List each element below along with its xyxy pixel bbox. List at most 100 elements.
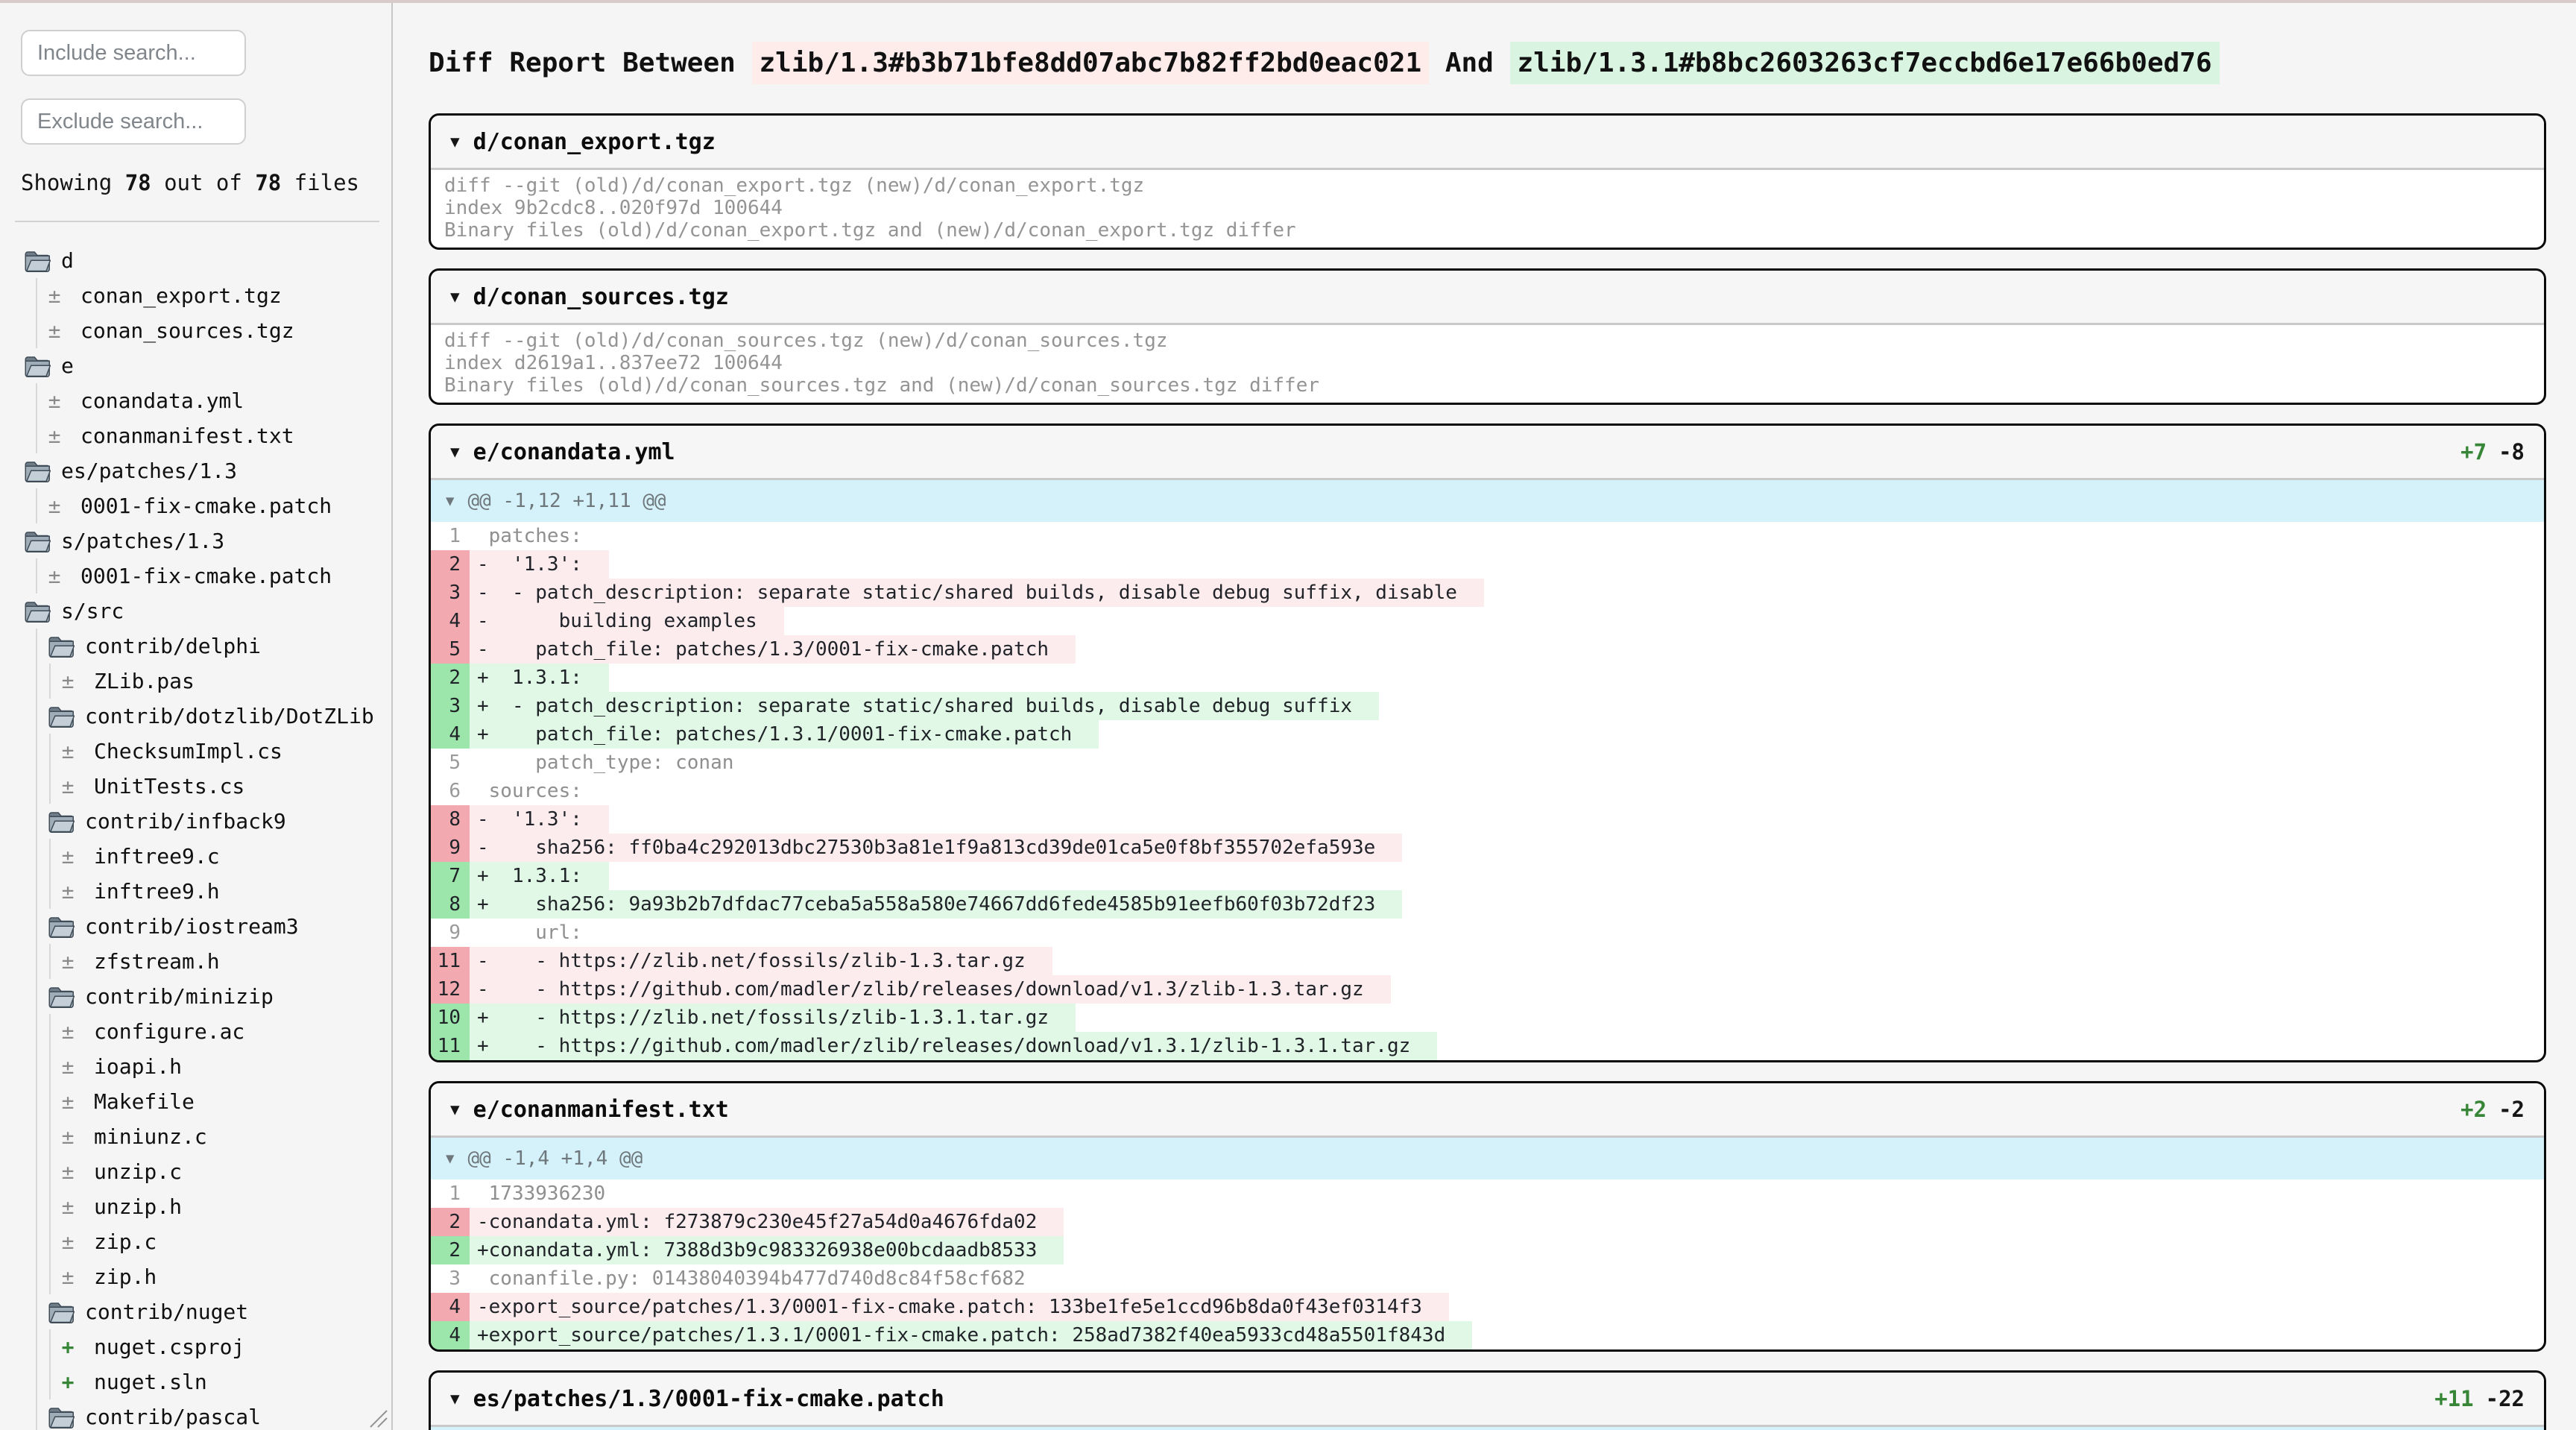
tree-folder-label: contrib/dotzlib/DotZLib <box>85 706 374 727</box>
tree-folder-row[interactable]: contrib/nuget <box>37 1294 391 1329</box>
line-text: -export_source/patches/1.3/0001-fix-cmak… <box>470 1293 1449 1321</box>
line-content: - '1.3': <box>470 550 2544 579</box>
tree-file-label: conandata.yml <box>80 391 244 412</box>
tree-file-row[interactable]: ±conan_export.tgz <box>37 278 391 313</box>
diff-card: ▼es/patches/1.3/0001-fix-cmake.patch+11-… <box>429 1370 2546 1430</box>
diff-line-row: 3+ - patch_description: separate static/… <box>431 692 2544 720</box>
tree-file-row[interactable]: ±inftree9.c <box>51 839 391 874</box>
line-text: +conandata.yml: 7388d3b9c983326938e00bcd… <box>470 1236 1064 1264</box>
tree-file-row[interactable]: ±unzip.c <box>51 1154 391 1189</box>
tree-file-row[interactable]: ±zfstream.h <box>51 944 391 979</box>
hunk-header[interactable]: ▼@@ -1,4 +1,4 @@ <box>431 1138 2544 1179</box>
showing-middle: out of <box>164 170 242 195</box>
diff-line-row: 8- '1.3': <box>431 805 2544 834</box>
diff-card-header[interactable]: ▼d/conan_sources.tgz <box>431 271 2544 325</box>
folder-icon <box>48 810 75 833</box>
collapse-triangle-icon: ▼ <box>450 443 460 461</box>
tree-file-row[interactable]: ±Makefile <box>51 1084 391 1119</box>
tree-file-row[interactable]: ±conan_sources.tgz <box>37 313 391 348</box>
tree-file-row[interactable]: ±ioapi.h <box>51 1049 391 1084</box>
line-text: url: <box>470 919 582 947</box>
diff-stats: +11-22 <box>2434 1386 2525 1411</box>
tree-file-row[interactable]: ±ChecksumImpl.cs <box>51 734 391 769</box>
tree-folder-row[interactable]: d <box>24 243 391 278</box>
diff-card: ▼d/conan_sources.tgzdiff --git (old)/d/c… <box>429 268 2546 405</box>
tree-children: ±configure.ac±ioapi.h±Makefile±miniunz.c… <box>49 1014 391 1294</box>
line-number: 3 <box>431 579 470 607</box>
tree-file-row[interactable]: ±conandata.yml <box>37 383 391 418</box>
tree-file-row[interactable]: +nuget.csproj <box>51 1329 391 1364</box>
hunk-range-label: @@ -1,4 +1,4 @@ <box>467 1147 643 1170</box>
tree-folder-row[interactable]: s/patches/1.3 <box>24 523 391 558</box>
folder-icon <box>48 986 75 1008</box>
tree-file-row[interactable]: ±UnitTests.cs <box>51 769 391 804</box>
line-content: + sha256: 9a93b2b7dfdac77ceba5a558a580e7… <box>470 890 2544 919</box>
tree-folder-label: es/patches/1.3 <box>61 461 237 482</box>
diff-line-row: 9 url: <box>431 919 2544 947</box>
tree-folder-row[interactable]: contrib/iostream3 <box>37 909 391 944</box>
line-content: + patch_file: patches/1.3.1/0001-fix-cma… <box>470 720 2544 749</box>
modified-sign-icon: ± <box>51 1267 85 1288</box>
line-number: 2 <box>431 1236 470 1264</box>
tree-folder-row[interactable]: contrib/delphi <box>37 629 391 664</box>
tree-file-row[interactable]: ±configure.ac <box>51 1014 391 1049</box>
hunk-header[interactable]: ▼@@ -1,8 +1,8 @@ <box>431 1427 2544 1430</box>
tree-file-row[interactable]: ±inftree9.h <box>51 874 391 909</box>
tree-folder-row[interactable]: s/src <box>24 593 391 629</box>
diff-card-header[interactable]: ▼d/conan_export.tgz <box>431 116 2544 170</box>
line-number: 9 <box>431 834 470 862</box>
modified-sign-icon: ± <box>51 1162 85 1182</box>
tree-folder-row[interactable]: contrib/minizip <box>37 979 391 1014</box>
tree-folder-row[interactable]: e <box>24 348 391 383</box>
tree-file-row[interactable]: ±ZLib.pas <box>51 664 391 699</box>
tree-file-row[interactable]: ±0001-fix-cmake.patch <box>37 558 391 593</box>
modified-sign-icon: ± <box>51 1092 85 1112</box>
title-and: And <box>1445 48 1494 78</box>
line-content: - '1.3': <box>470 805 2544 834</box>
line-number: 2 <box>431 664 470 692</box>
tree-folder-row[interactable]: es/patches/1.3 <box>24 453 391 488</box>
tree-file-row[interactable]: ±conanmanifest.txt <box>37 418 391 453</box>
modified-sign-icon: ± <box>51 776 85 797</box>
sidebar-resize-handle[interactable] <box>366 1406 388 1429</box>
tree-file-row[interactable]: ±0001-fix-cmake.patch <box>37 488 391 523</box>
exclude-search-input[interactable] <box>21 98 246 145</box>
tree-file-row[interactable]: ±zip.c <box>51 1224 391 1259</box>
hunk-range-label: @@ -1,12 +1,11 @@ <box>467 490 666 512</box>
line-text: conanfile.py: 01438040394b477d740d8c84f5… <box>470 1264 1026 1293</box>
tree-file-row[interactable]: +nuget.sln <box>51 1364 391 1399</box>
diff-card-header[interactable]: ▼e/conandata.yml+7-8 <box>431 426 2544 480</box>
tree-folder-row[interactable]: contrib/pascal <box>37 1399 391 1430</box>
diff-card-header[interactable]: ▼e/conanmanifest.txt+2-2 <box>431 1083 2544 1138</box>
line-text: patches: <box>470 522 582 550</box>
modified-sign-icon: ± <box>37 286 72 306</box>
line-content: patches: <box>470 522 2544 550</box>
tree-file-label: zfstream.h <box>94 951 220 972</box>
line-content: - building examples <box>470 607 2544 635</box>
line-text: -conandata.yml: f273879c230e45f27a54d0a4… <box>470 1208 1064 1236</box>
line-number: 1 <box>431 1179 470 1208</box>
line-text: + sha256: 9a93b2b7dfdac77ceba5a558a580e7… <box>470 890 1402 919</box>
diff-card-header[interactable]: ▼es/patches/1.3/0001-fix-cmake.patch+11-… <box>431 1373 2544 1427</box>
tree-file-row[interactable]: ±unzip.h <box>51 1189 391 1224</box>
modified-sign-icon: ± <box>51 1021 85 1042</box>
tree-folder-row[interactable]: contrib/infback9 <box>37 804 391 839</box>
line-content: sources: <box>470 777 2544 805</box>
diff-line-row: 3- - patch_description: separate static/… <box>431 579 2544 607</box>
tree-file-row[interactable]: ±miniunz.c <box>51 1119 391 1154</box>
page-title: Diff Report Between zlib/1.3#b3b71bfe8dd… <box>429 46 2546 81</box>
line-number: 2 <box>431 550 470 579</box>
hunk-header[interactable]: ▼@@ -1,12 +1,11 @@ <box>431 480 2544 522</box>
include-search-input[interactable] <box>21 30 246 76</box>
modified-sign-icon: ± <box>51 1197 85 1218</box>
diff-line-row: 2-conandata.yml: f273879c230e45f27a54d0a… <box>431 1208 2544 1236</box>
diff-line-row: 8+ sha256: 9a93b2b7dfdac77ceba5a558a580e… <box>431 890 2544 919</box>
diff-stats: +7-8 <box>2460 439 2525 464</box>
diff-file-title: e/conanmanifest.txt <box>473 1097 729 1123</box>
line-number: 12 <box>431 975 470 1004</box>
tree-folder-row[interactable]: contrib/dotzlib/DotZLib <box>37 699 391 734</box>
line-content: - sha256: ff0ba4c292013dbc27530b3a81e1f9… <box>470 834 2544 862</box>
tree-file-label: 0001-fix-cmake.patch <box>80 566 332 587</box>
folder-icon <box>24 355 51 377</box>
tree-file-row[interactable]: ±zip.h <box>51 1259 391 1294</box>
